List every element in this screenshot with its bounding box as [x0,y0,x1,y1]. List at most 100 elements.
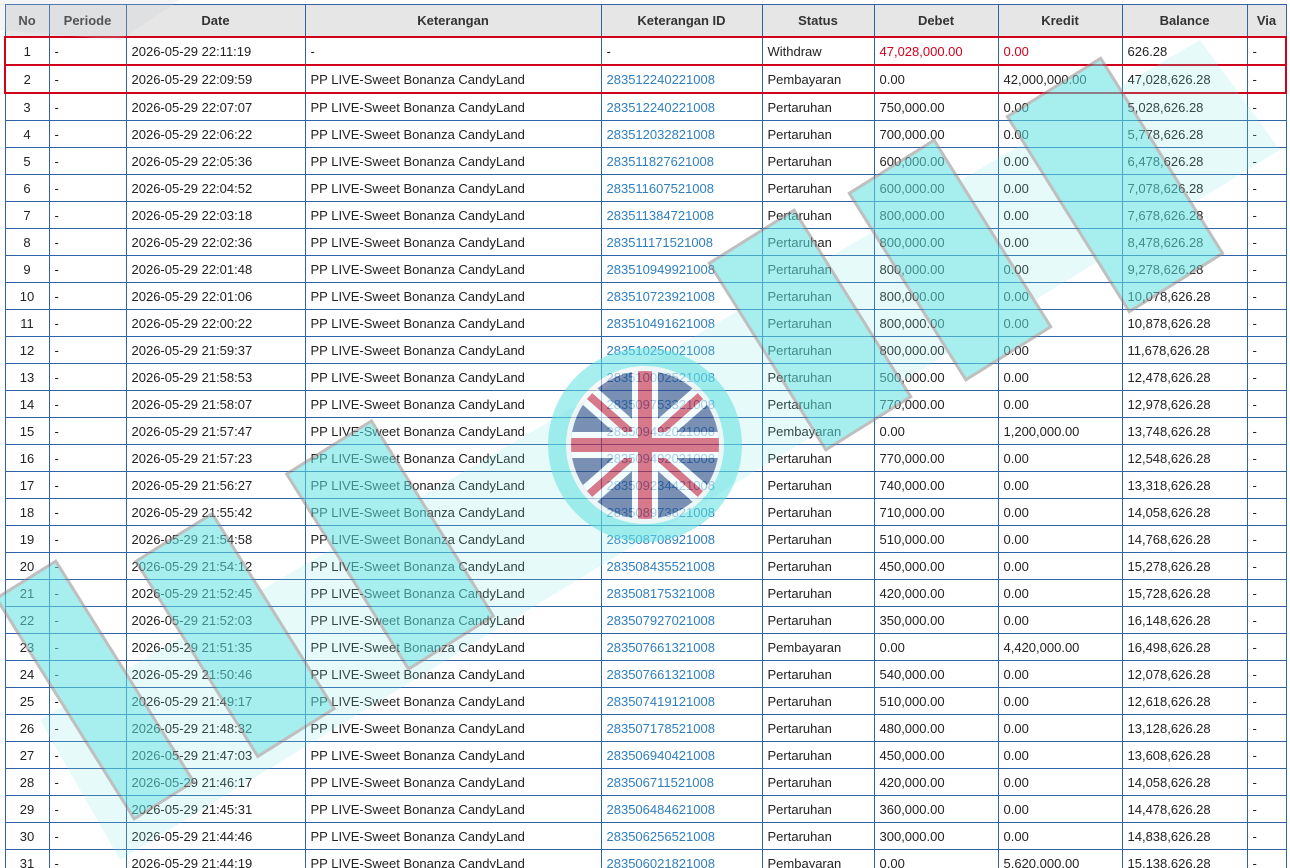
table-row: 20-2026-05-29 21:54:12 PP LIVE-Sweet Bona… [4,552,1287,580]
date-cell: 2026-05-29 21:57:23 [125,444,306,472]
kredit-cell: 0.00 [997,282,1123,310]
keterangan-id-link[interactable]: 283509753321008 [600,390,763,418]
column-header-kredit[interactable]: Kredit [997,4,1123,38]
keterangan-cell: PP LIVE-Sweet Bonanza CandyLand [304,579,602,607]
balance-cell: 13,748,626.28 [1121,417,1248,445]
status-cell: Pertaruhan [761,201,875,229]
periode-cell: - [48,768,127,796]
status-cell: Pertaruhan [761,606,875,634]
debet-cell: 800,000.00 [873,255,999,283]
keterangan-id-link[interactable]: 283510250021008 [600,336,763,364]
periode-cell: - [48,714,127,742]
balance-cell: 12,548,626.28 [1121,444,1248,472]
balance-cell: 10,078,626.28 [1121,282,1248,310]
status-cell: Pertaruhan [761,174,875,202]
keterangan-id-link[interactable]: 283507661321008 [600,633,763,661]
via-cell: - [1246,822,1287,850]
kredit-cell: 0.00 [997,714,1123,742]
column-header-status[interactable]: Status [761,4,875,38]
keterangan-id-link[interactable]: 283508973821008 [600,498,763,526]
kredit-cell: 0.00 [997,822,1123,850]
table-header: No Periode Date Keterangan Keterangan ID Stat… [4,4,1287,38]
balance-cell: 15,728,626.28 [1121,579,1248,607]
periode-cell: - [48,417,127,445]
periode-cell: - [48,255,127,283]
keterangan-id-link[interactable]: 283512240221008 [600,64,763,94]
column-header-keterangan-id[interactable]: Keterangan ID [600,4,763,38]
row-number: 8 [4,228,50,256]
status-cell: Pertaruhan [761,309,875,337]
balance-cell: 14,478,626.28 [1121,795,1248,823]
keterangan-id-link[interactable]: 283509234421008 [600,471,763,499]
keterangan-id-link[interactable]: 283507419121008 [600,687,763,715]
column-header-periode[interactable]: Periode [48,4,127,38]
debet-cell: 600,000.00 [873,174,999,202]
status-cell: Pembayaran [761,849,875,868]
balance-cell: 14,058,626.28 [1121,498,1248,526]
kredit-cell: 0.00 [997,36,1123,66]
keterangan-id-link[interactable]: 283507661321008 [600,660,763,688]
keterangan-id-link[interactable]: 283509492021008 [600,444,763,472]
keterangan-id-link[interactable]: 283512032821008 [600,120,763,148]
keterangan-id-link[interactable]: 283512240221008 [600,92,763,121]
column-header-via[interactable]: Via [1246,4,1287,38]
keterangan-id-link[interactable]: 283509492021008 [600,417,763,445]
kredit-cell: 5,620,000.00 [997,849,1123,868]
row-number: 22 [4,606,50,634]
column-header-no[interactable]: No [4,4,50,38]
keterangan-cell: PP LIVE-Sweet Bonanza CandyLand [304,687,602,715]
status-cell: Pertaruhan [761,741,875,769]
kredit-cell: 0.00 [997,606,1123,634]
keterangan-id-link[interactable]: 283511384721008 [600,201,763,229]
table-row: 15-2026-05-29 21:57:47 PP LIVE-Sweet Bona… [4,417,1287,445]
status-cell: Withdraw [761,36,875,66]
via-cell: - [1246,849,1287,868]
periode-cell: - [48,120,127,148]
row-number: 10 [4,282,50,310]
date-cell: 2026-05-29 22:01:48 [125,255,306,283]
keterangan-id-link[interactable]: 283508435521008 [600,552,763,580]
balance-cell: 12,618,626.28 [1121,687,1248,715]
debet-cell: 800,000.00 [873,201,999,229]
keterangan-cell: PP LIVE-Sweet Bonanza CandyLand [304,64,602,94]
keterangan-id-link[interactable]: 283511827621008 [600,147,763,175]
keterangan-id-link[interactable]: 283507927021008 [600,606,763,634]
kredit-cell: 0.00 [997,92,1123,121]
keterangan-id-link[interactable]: 283508175321008 [600,579,763,607]
keterangan-id-link[interactable]: 283508708921008 [600,525,763,553]
table-row: 5-2026-05-29 22:05:36 PP LIVE-Sweet Bonan… [4,147,1287,175]
keterangan-id-link[interactable]: 283511171521008 [600,228,763,256]
keterangan-id-link[interactable]: 283510002521008 [600,363,763,391]
row-number: 4 [4,120,50,148]
table-row: 9-2026-05-29 22:01:48 PP LIVE-Sweet Bonan… [4,255,1287,283]
keterangan-id-link[interactable]: 283507178521008 [600,714,763,742]
via-cell: - [1246,444,1287,472]
kredit-cell: 0.00 [997,336,1123,364]
keterangan-cell: PP LIVE-Sweet Bonanza CandyLand [304,444,602,472]
keterangan-id-link[interactable]: 283510949921008 [600,255,763,283]
periode-cell: - [48,64,127,94]
kredit-cell: 0.00 [997,120,1123,148]
status-cell: Pembayaran [761,417,875,445]
keterangan-id-link: - [600,36,763,66]
via-cell: - [1246,36,1287,66]
column-header-date[interactable]: Date [125,4,306,38]
keterangan-id-link[interactable]: 283506940421008 [600,741,763,769]
keterangan-id-link[interactable]: 283506484621008 [600,795,763,823]
kredit-cell: 1,200,000.00 [997,417,1123,445]
keterangan-id-link[interactable]: 283506256521008 [600,822,763,850]
keterangan-id-link[interactable]: 283510491621008 [600,309,763,337]
column-header-debet[interactable]: Debet [873,4,999,38]
status-cell: Pertaruhan [761,768,875,796]
keterangan-id-link[interactable]: 283506711521008 [600,768,763,796]
date-cell: 2026-05-29 21:51:35 [125,633,306,661]
balance-cell: 15,138,626.28 [1121,849,1248,868]
column-header-keterangan[interactable]: Keterangan [304,4,602,38]
debet-cell: 0.00 [873,849,999,868]
keterangan-id-link[interactable]: 283510723921008 [600,282,763,310]
keterangan-id-link[interactable]: 283506021821008 [600,849,763,868]
column-header-balance[interactable]: Balance [1121,4,1248,38]
periode-cell: - [48,822,127,850]
via-cell: - [1246,201,1287,229]
keterangan-id-link[interactable]: 283511607521008 [600,174,763,202]
